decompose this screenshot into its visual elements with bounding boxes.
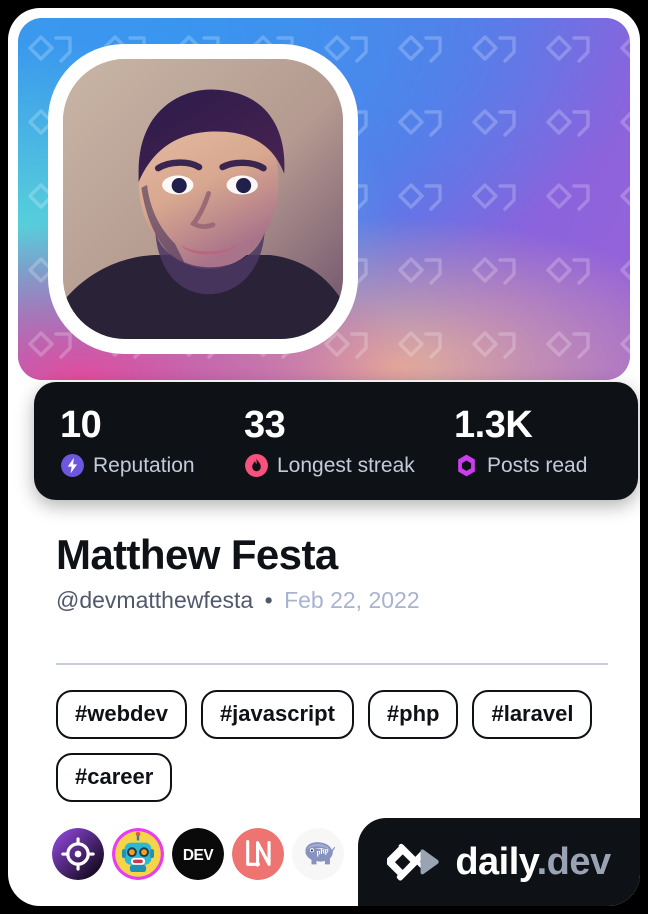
divider — [56, 663, 608, 665]
tag-item[interactable]: #laravel — [472, 690, 593, 739]
identity: Matthew Festa @devmatthewfesta • Feb 22,… — [56, 530, 616, 614]
dev-badge[interactable]: DEV — [172, 828, 224, 880]
display-name: Matthew Festa — [56, 531, 338, 578]
robot-badge[interactable] — [112, 828, 164, 880]
target-badge[interactable] — [52, 828, 104, 880]
stat-longest-streak: 33 Longest streak — [226, 404, 434, 478]
crosshair-icon — [52, 828, 104, 880]
flame-icon — [245, 454, 268, 477]
php-badge[interactable]: php — [292, 828, 344, 880]
daily-dev-chevron-logo-icon — [387, 843, 440, 881]
stat-row: Posts read — [454, 453, 638, 478]
robot-avatar-icon — [112, 828, 164, 880]
stat-value: 10 — [60, 404, 102, 446]
handle-row: @devmatthewfesta • Feb 22, 2022 — [56, 586, 616, 614]
tag-item[interactable]: #career — [56, 753, 173, 802]
tag-list: #webdev #javascript #php #laravel #caree… — [56, 690, 626, 802]
joined-date: Feb 22, 2022 — [284, 587, 420, 613]
stat-reputation: 10 Reputation — [34, 404, 226, 478]
daily-dev-logo: daily.dev — [358, 818, 640, 906]
tag-item[interactable]: #php — [367, 690, 459, 739]
separator: • — [264, 587, 273, 613]
stat-label: Longest streak — [277, 453, 415, 477]
bolt-icon — [61, 454, 84, 477]
tag-item[interactable]: #webdev — [56, 690, 187, 739]
avatar-photo — [63, 59, 343, 339]
logo-word: daily — [455, 841, 537, 883]
ring-icon — [458, 454, 475, 477]
card-frame: 10 Reputation 33 Longest streak 1.3K Pos… — [8, 8, 640, 906]
svg-text:DEV: DEV — [183, 847, 214, 864]
elephpant-icon: php — [292, 828, 344, 880]
stat-label: Reputation — [93, 453, 195, 477]
stat-row: Reputation — [60, 453, 226, 478]
stat-row: Longest streak — [244, 453, 434, 478]
devcard[interactable]: 10 Reputation 33 Longest streak 1.3K Pos… — [0, 0, 648, 914]
stat-value: 1.3K — [454, 404, 533, 446]
source-badge-list: DEV php — [52, 828, 344, 880]
tag-item[interactable]: #javascript — [200, 690, 354, 739]
stats-bar: 10 Reputation 33 Longest streak 1.3K Pos… — [34, 382, 638, 500]
stat-value: 33 — [244, 404, 286, 446]
dev-logo-icon: DEV — [172, 828, 224, 880]
stat-posts-read: 1.3K Posts read — [434, 404, 638, 478]
avatar — [48, 44, 358, 354]
ln-badge[interactable] — [232, 828, 284, 880]
logo-wordmark: daily.dev — [455, 841, 612, 883]
stat-label: Posts read — [487, 453, 588, 477]
user-handle: @devmatthewfesta — [56, 587, 254, 613]
ln-logo-icon — [232, 828, 284, 880]
logo-suffix: .dev — [536, 841, 612, 883]
